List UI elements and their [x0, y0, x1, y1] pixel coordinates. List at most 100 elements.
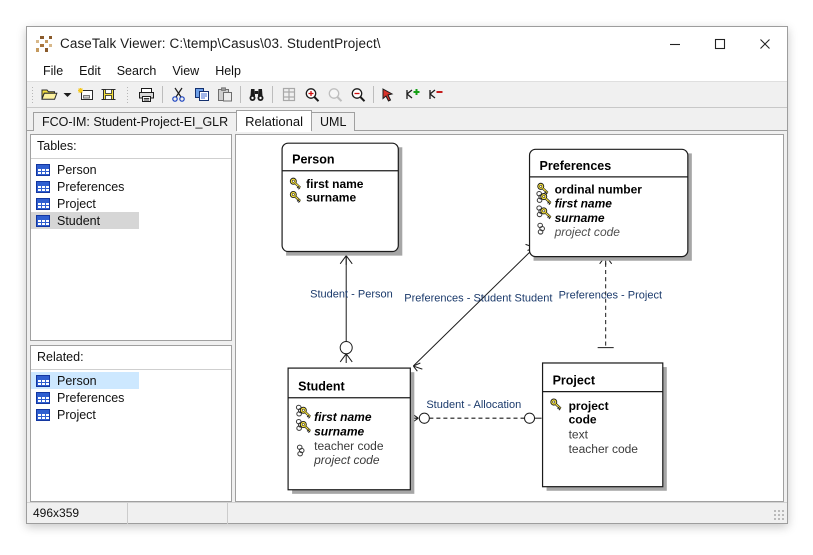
sidebar-item-project[interactable]: Project	[31, 195, 139, 212]
tables-caption: Tables:	[31, 135, 231, 159]
relationship-student-person[interactable]: Student - Person	[310, 255, 393, 363]
menu-search[interactable]: Search	[109, 62, 165, 80]
entity-attribute: first name	[555, 196, 613, 210]
application-window: CaseTalk Viewer: C:\temp\Casus\03. Stude…	[26, 26, 788, 524]
add-node-icon[interactable]	[401, 84, 424, 106]
zoom-in-icon[interactable]	[300, 84, 323, 106]
sidebar-item-student[interactable]: Student	[31, 212, 139, 229]
tab-strip: FCO-IM: Student-Project-EI_GLR Relationa…	[27, 108, 787, 132]
entity-person[interactable]: Person first name surname	[281, 142, 403, 256]
toolbar-separator-4	[373, 86, 374, 103]
relationship-label-preferences-student: Preferences - Student Student	[404, 293, 553, 305]
main-body: Tables: Person Preferences Project Stude…	[27, 131, 787, 502]
save-icon[interactable]	[97, 84, 120, 106]
related-caption: Related:	[31, 346, 231, 370]
toolbar-separator-3	[272, 86, 273, 103]
entity-attribute: code	[569, 412, 597, 426]
diagram-canvas[interactable]: Student - Person Preferences - Student S…	[235, 134, 784, 502]
menu-edit[interactable]: Edit	[71, 62, 109, 80]
entity-attribute: project code	[554, 225, 621, 239]
table-icon	[36, 180, 50, 193]
entity-title: Preferences	[540, 159, 612, 173]
related-item-label: Person	[57, 373, 97, 388]
related-listbox[interactable]: Related: Person Preferences Project	[30, 345, 232, 502]
related-item-preferences[interactable]: Preferences	[31, 389, 139, 406]
related-item-person[interactable]: Person	[31, 372, 139, 389]
entity-attribute: first name	[306, 177, 364, 191]
window-controls	[652, 27, 787, 60]
tab-relational[interactable]: Relational	[236, 110, 312, 132]
menu-view[interactable]: View	[164, 62, 207, 80]
toolbar-grip-2[interactable]	[126, 85, 129, 104]
entity-attribute: project	[569, 399, 609, 413]
relationship-preferences-project[interactable]: Preferences - Project	[559, 255, 663, 349]
menu-help[interactable]: Help	[207, 62, 249, 80]
tab-uml[interactable]: UML	[311, 112, 356, 131]
entity-title: Person	[292, 153, 334, 167]
sidebar-item-preferences[interactable]: Preferences	[31, 178, 139, 195]
entity-attribute: surname	[555, 211, 605, 225]
table-icon	[36, 197, 50, 210]
menu-bar: File Edit Search View Help	[27, 60, 787, 82]
remove-node-icon[interactable]	[424, 84, 447, 106]
status-dimensions: 496x359	[27, 502, 128, 524]
tab-fco-im-label: FCO-IM: Student-Project-EI_GLR	[42, 115, 229, 129]
find-binoculars-icon[interactable]	[245, 84, 268, 106]
toolbar-separator-1	[162, 86, 163, 103]
relationship-label-preferences-project: Preferences - Project	[559, 289, 663, 301]
sidebar: Tables: Person Preferences Project Stude…	[30, 134, 232, 502]
minimize-icon[interactable]	[652, 27, 697, 60]
entity-title: Project	[553, 373, 596, 387]
table-icon	[36, 374, 50, 387]
zoom-reset-icon[interactable]	[323, 84, 346, 106]
entity-project[interactable]: Project project code text teacher code	[541, 362, 667, 491]
dropdown-caret-icon[interactable]	[61, 84, 74, 106]
pointer-select-icon[interactable]	[378, 84, 401, 106]
tables-list: Person Preferences Project Student	[31, 159, 231, 340]
open-folder-icon[interactable]	[38, 84, 61, 106]
toolbar-grip[interactable]	[31, 85, 34, 104]
cut-icon[interactable]	[167, 84, 190, 106]
tab-fco-im[interactable]: FCO-IM: Student-Project-EI_GLR	[33, 112, 238, 131]
related-item-label: Project	[57, 407, 96, 422]
sidebar-item-label: Preferences	[57, 179, 125, 194]
table-icon	[36, 163, 50, 176]
entity-student[interactable]: Student first name surname teacher code …	[287, 367, 415, 494]
copy-icon[interactable]	[190, 84, 213, 106]
casetalk-grid-icon	[36, 35, 52, 52]
sidebar-item-label: Student	[57, 213, 101, 228]
entity-attribute: project code	[313, 453, 380, 467]
status-bar: 496x359	[27, 502, 787, 524]
entity-preferences[interactable]: Preferences ordinal number first name su…	[528, 148, 692, 261]
sidebar-item-label: Person	[57, 162, 97, 177]
relationship-preferences-student[interactable]: Preferences - Student Student	[404, 242, 553, 372]
sidebar-item-person[interactable]: Person	[31, 161, 139, 178]
related-item-project[interactable]: Project	[31, 406, 139, 423]
close-icon[interactable]	[742, 27, 787, 60]
relationship-student-allocation[interactable]: Student - Allocation	[411, 399, 542, 424]
toolbar	[27, 82, 787, 108]
tables-listbox[interactable]: Tables: Person Preferences Project Stude…	[30, 134, 232, 341]
new-document-icon[interactable]	[74, 84, 97, 106]
entity-attribute: first name	[314, 410, 372, 424]
sidebar-item-label: Project	[57, 196, 96, 211]
zoom-out-icon[interactable]	[346, 84, 369, 106]
entity-attribute: text	[569, 428, 589, 442]
relationship-label-student-allocation: Student - Allocation	[426, 399, 521, 411]
table-icon	[36, 391, 50, 404]
entity-attribute: teacher code	[314, 439, 384, 453]
toolbar-separator-2	[240, 86, 241, 103]
maximize-icon[interactable]	[697, 27, 742, 60]
fit-page-icon[interactable]	[277, 84, 300, 106]
entity-attribute: surname	[306, 190, 356, 204]
status-cell-2	[128, 502, 228, 524]
print-icon[interactable]	[135, 84, 158, 106]
window-title: CaseTalk Viewer: C:\temp\Casus\03. Stude…	[60, 36, 381, 51]
relationship-label-student-person: Student - Person	[310, 288, 393, 300]
table-icon	[36, 214, 50, 227]
entity-attribute: ordinal number	[555, 182, 643, 196]
paste-icon[interactable]	[213, 84, 236, 106]
menu-file[interactable]: File	[35, 62, 71, 80]
entity-title: Student	[298, 379, 345, 393]
resize-grip[interactable]	[773, 509, 784, 520]
